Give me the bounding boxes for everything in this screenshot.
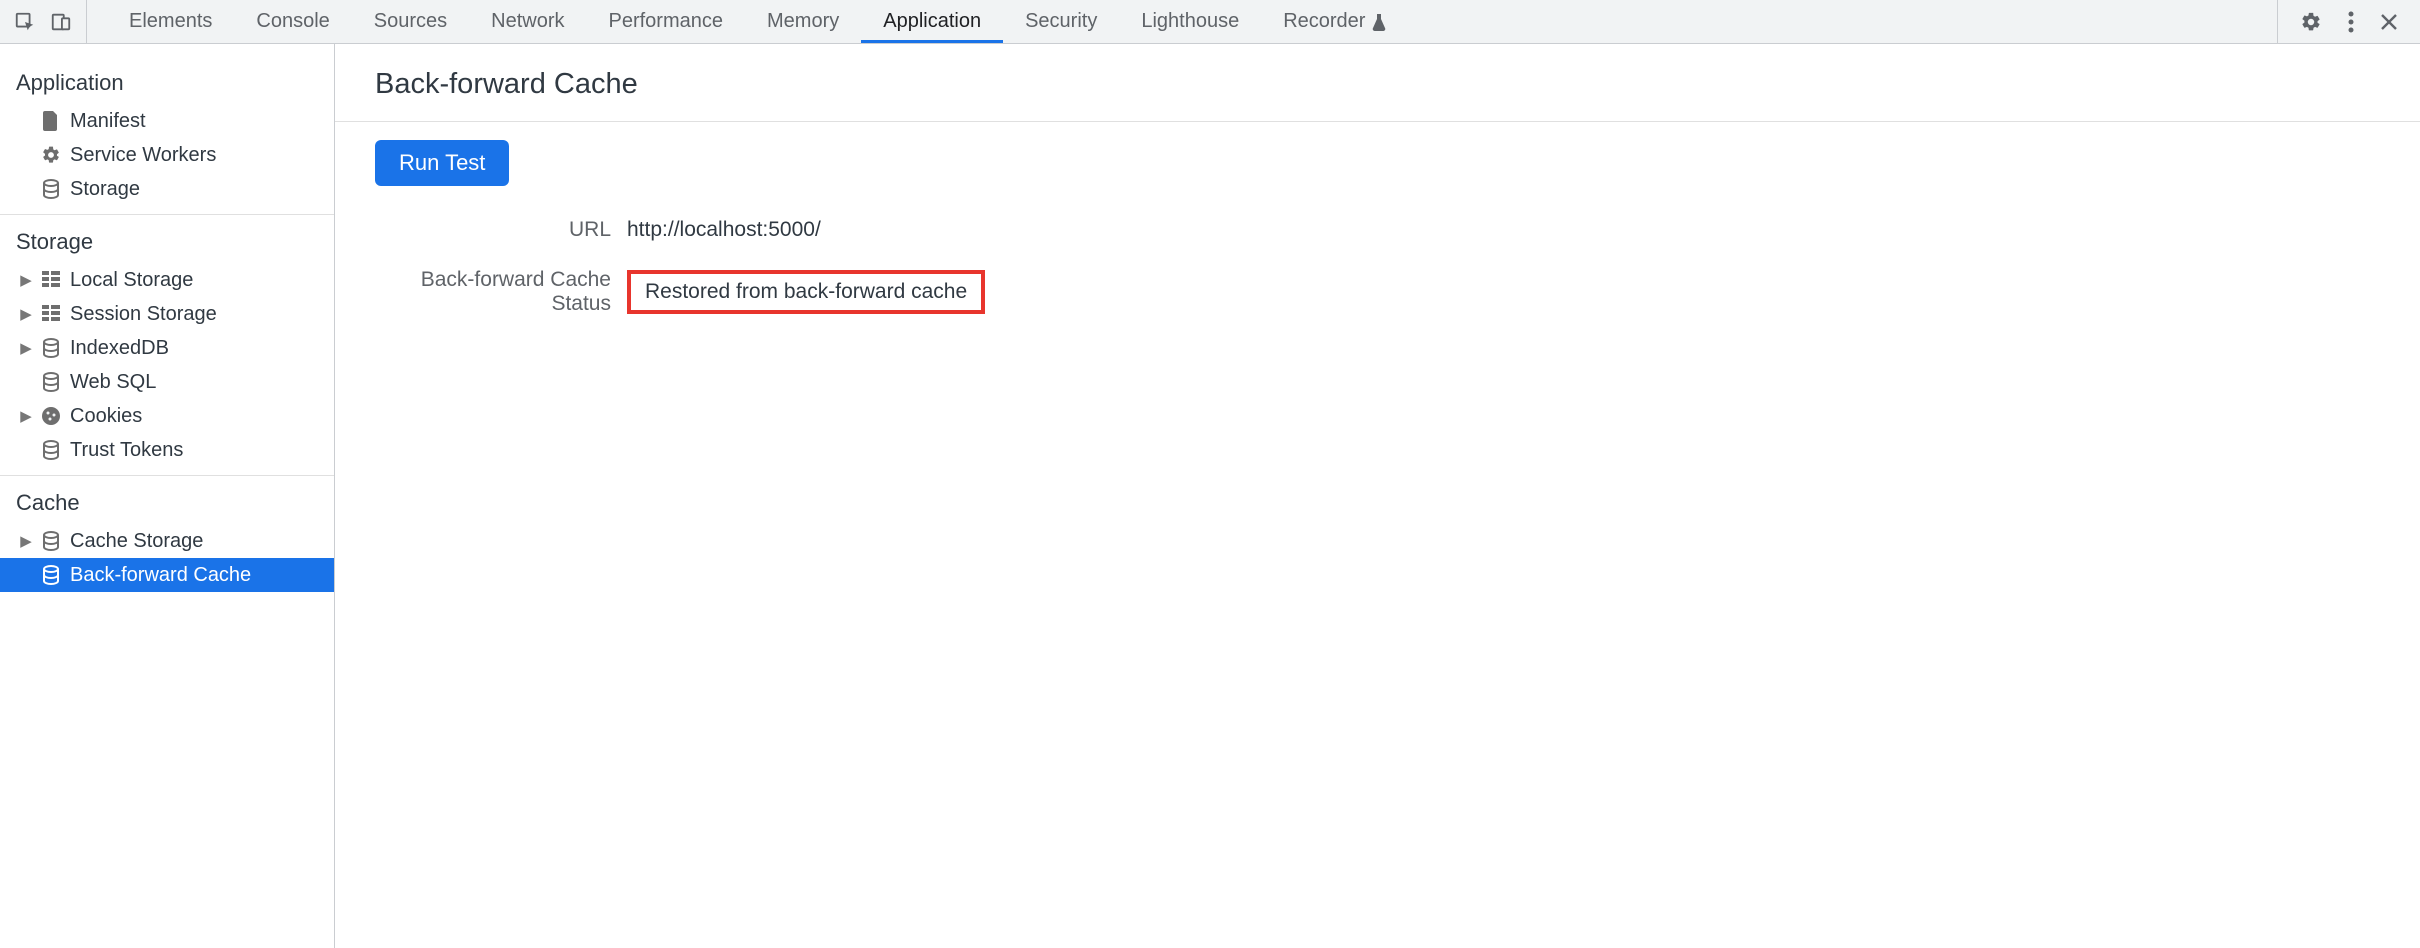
tab-label: Lighthouse (1141, 10, 1239, 33)
inspect-icon[interactable] (14, 11, 36, 33)
tab-label: Memory (767, 10, 839, 33)
grid-icon (40, 305, 62, 323)
more-icon[interactable] (2348, 11, 2354, 33)
sidebar-item-indexeddb[interactable]: ▶ IndexedDB (0, 331, 334, 365)
cookie-icon (40, 406, 62, 426)
section-title: Application (0, 56, 334, 104)
settings-icon[interactable] (2300, 11, 2322, 33)
sidebar-item-label: Cache Storage (70, 530, 203, 553)
sidebar-item-label: Storage (70, 178, 140, 201)
page-title: Back-forward Cache (375, 68, 2388, 101)
info-label: Back-forward Cache Status (361, 268, 611, 316)
tab-console[interactable]: Console (234, 0, 351, 43)
tab-sources[interactable]: Sources (352, 0, 469, 43)
tab-label: Sources (374, 10, 447, 33)
tab-label: Recorder (1283, 10, 1365, 33)
run-test-button[interactable]: Run Test (375, 140, 509, 186)
tab-performance[interactable]: Performance (587, 0, 746, 43)
info-value: http://localhost:5000/ (627, 218, 2388, 242)
sidebar-item-label: Manifest (70, 110, 146, 133)
device-toggle-icon[interactable] (50, 11, 72, 33)
sidebar-item-manifest[interactable]: ▶Manifest (0, 104, 334, 138)
tab-network[interactable]: Network (469, 0, 586, 43)
db-icon (40, 565, 62, 585)
sidebar-item-trust-tokens[interactable]: ▶Trust Tokens (0, 433, 334, 467)
sidebar-item-cookies[interactable]: ▶ Cookies (0, 399, 334, 433)
sidebar-item-cache-storage[interactable]: ▶ Cache Storage (0, 524, 334, 558)
sidebar-item-label: Local Storage (70, 269, 193, 292)
chevron-right-icon: ▶ (20, 271, 32, 289)
section-title: Cache (0, 476, 334, 524)
db-icon (40, 440, 62, 460)
db-icon (40, 179, 62, 199)
tab-label: Elements (129, 10, 212, 33)
sidebar-item-label: IndexedDB (70, 337, 169, 360)
devtools-topbar: Elements Console Sources Network Performance… (0, 0, 2420, 44)
highlighted-status: Restored from back-forward cache (627, 270, 985, 314)
sidebar-item-label: Service Workers (70, 144, 216, 167)
grid-icon (40, 271, 62, 289)
tab-label: Console (256, 10, 329, 33)
flask-icon (1371, 13, 1387, 31)
chevron-right-icon: ▶ (20, 305, 32, 323)
tab-lighthouse[interactable]: Lighthouse (1119, 0, 1261, 43)
sidebar-item-label: Web SQL (70, 371, 156, 394)
topbar-right-tools (2277, 0, 2420, 43)
sidebar-item-storage[interactable]: ▶Storage (0, 172, 334, 206)
sidebar-item-back-forward-cache[interactable]: ▶Back-forward Cache (0, 558, 334, 592)
tab-label: Application (883, 10, 981, 33)
sidebar-item-label: Cookies (70, 405, 142, 428)
tab-application[interactable]: Application (861, 0, 1003, 43)
info-value: Restored from back-forward cache (627, 270, 2388, 314)
tab-label: Network (491, 10, 564, 33)
tab-elements[interactable]: Elements (107, 0, 234, 43)
section-title: Storage (0, 215, 334, 263)
info-label: URL (361, 218, 611, 242)
sidebar-item-label: Back-forward Cache (70, 564, 251, 587)
gear-icon (40, 145, 62, 165)
db-icon (40, 338, 62, 358)
db-icon (40, 372, 62, 392)
chevron-right-icon: ▶ (20, 407, 32, 425)
devtools-tabs: Elements Console Sources Network Performance… (87, 0, 2277, 43)
sidebar-item-local-storage[interactable]: ▶ Local Storage (0, 263, 334, 297)
sidebar-item-label: Trust Tokens (70, 439, 183, 462)
tab-security[interactable]: Security (1003, 0, 1119, 43)
divider (335, 121, 2420, 122)
content-pane: Back-forward Cache Run Test URL http://lo… (335, 44, 2420, 948)
tab-memory[interactable]: Memory (745, 0, 861, 43)
tab-label: Performance (609, 10, 724, 33)
main-split: Application▶Manifest▶Service Workers▶Sto… (0, 44, 2420, 948)
file-icon (40, 111, 62, 131)
application-sidebar: Application▶Manifest▶Service Workers▶Sto… (0, 44, 335, 948)
sidebar-item-service-workers[interactable]: ▶Service Workers (0, 138, 334, 172)
tab-label: Security (1025, 10, 1097, 33)
info-grid: URL http://localhost:5000/Back-forward Ca… (361, 218, 2388, 316)
sidebar-item-session-storage[interactable]: ▶ Session Storage (0, 297, 334, 331)
topbar-left-tools (0, 0, 87, 43)
tab-recorder[interactable]: Recorder (1261, 0, 1409, 43)
chevron-right-icon: ▶ (20, 339, 32, 357)
sidebar-item-web-sql[interactable]: ▶Web SQL (0, 365, 334, 399)
sidebar-item-label: Session Storage (70, 303, 217, 326)
close-icon[interactable] (2380, 13, 2398, 31)
db-icon (40, 531, 62, 551)
chevron-right-icon: ▶ (20, 532, 32, 550)
